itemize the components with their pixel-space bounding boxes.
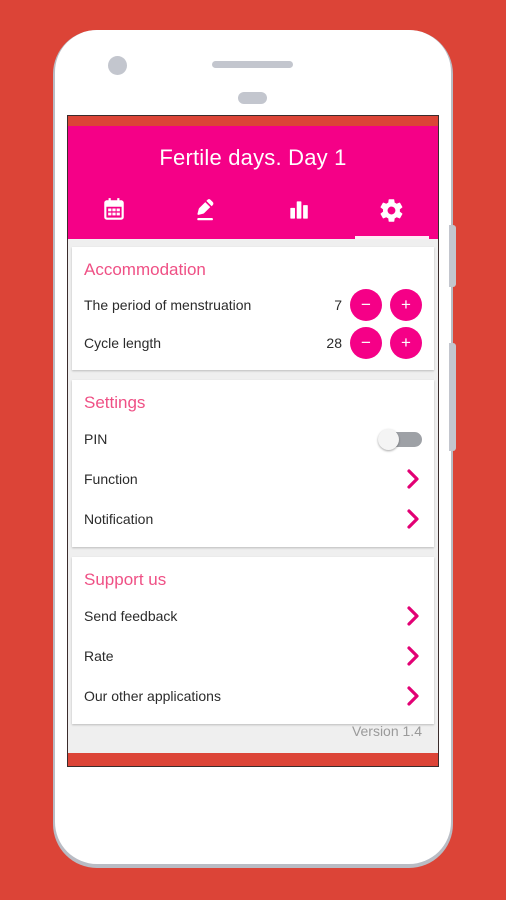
row-label: Cycle length bbox=[84, 335, 162, 351]
card-support-us: Support us Send feedback Rate Our other … bbox=[72, 557, 434, 724]
chevron-right-icon[interactable] bbox=[404, 685, 422, 707]
row-notification[interactable]: Notification bbox=[72, 499, 434, 539]
row-label: Send feedback bbox=[84, 608, 178, 624]
card-title-settings: Settings bbox=[84, 393, 146, 412]
tab-bar bbox=[68, 192, 438, 239]
row-label: Function bbox=[84, 471, 138, 487]
period-increment-button[interactable]: + bbox=[390, 289, 422, 321]
card-title-accommodation: Accommodation bbox=[84, 260, 206, 279]
row-label: Notification bbox=[84, 511, 154, 527]
row-label: Our other applications bbox=[84, 688, 221, 704]
tab-settings[interactable] bbox=[346, 192, 439, 239]
period-stepper: − + bbox=[350, 289, 422, 321]
screenshot-root: Fertile days. Day 1 Accommodation The pe… bbox=[0, 0, 506, 900]
chevron-right-icon[interactable] bbox=[404, 508, 422, 530]
tab-calendar[interactable] bbox=[68, 192, 161, 239]
row-label: PIN bbox=[84, 431, 108, 447]
phone-power-button[interactable] bbox=[449, 343, 456, 451]
period-value: 7 bbox=[334, 297, 342, 313]
cycle-length-stepper: − + bbox=[350, 327, 422, 359]
pin-toggle[interactable] bbox=[376, 429, 422, 450]
phone-front-camera bbox=[108, 56, 127, 75]
row-label: The period of menstruation bbox=[84, 297, 252, 313]
tab-stats[interactable] bbox=[253, 192, 346, 239]
status-bar bbox=[68, 116, 438, 126]
toggle-thumb bbox=[378, 429, 399, 450]
settings-content: Accommodation The period of menstruation… bbox=[68, 239, 438, 753]
row-function[interactable]: Function bbox=[72, 459, 434, 499]
version-label: Version 1.4 bbox=[351, 723, 422, 739]
period-decrement-button[interactable]: − bbox=[350, 289, 382, 321]
row-send-feedback[interactable]: Send feedback bbox=[72, 596, 434, 636]
row-period-of-menstruation: The period of menstruation 7 − + bbox=[72, 286, 434, 324]
app-bar: Fertile days. Day 1 bbox=[68, 126, 438, 239]
pencil-icon bbox=[194, 197, 220, 223]
phone-screen: Fertile days. Day 1 Accommodation The pe… bbox=[67, 115, 439, 767]
chevron-right-icon[interactable] bbox=[404, 468, 422, 490]
bar-chart-icon bbox=[286, 197, 312, 223]
row-pin[interactable]: PIN bbox=[72, 419, 434, 459]
cycle-length-value: 28 bbox=[326, 335, 342, 351]
phone-volume-button[interactable] bbox=[449, 225, 456, 287]
phone-earpiece bbox=[212, 61, 293, 68]
card-title-support-us: Support us bbox=[84, 570, 167, 589]
chevron-right-icon[interactable] bbox=[404, 645, 422, 667]
card-accommodation: Accommodation The period of menstruation… bbox=[72, 247, 434, 370]
phone-sensor bbox=[238, 92, 267, 104]
cycle-decrement-button[interactable]: − bbox=[350, 327, 382, 359]
calendar-icon bbox=[101, 197, 127, 223]
chevron-right-icon[interactable] bbox=[404, 605, 422, 627]
page-title: Fertile days. Day 1 bbox=[159, 145, 347, 170]
row-rate[interactable]: Rate bbox=[72, 636, 434, 676]
row-cycle-length: Cycle length 28 − + bbox=[72, 324, 434, 362]
row-our-other-applications[interactable]: Our other applications bbox=[72, 676, 434, 716]
card-settings: Settings PIN Function Notification bbox=[72, 380, 434, 547]
tab-notes[interactable] bbox=[161, 192, 254, 239]
navigation-bar bbox=[68, 753, 438, 766]
gear-icon bbox=[378, 197, 405, 224]
cycle-increment-button[interactable]: + bbox=[390, 327, 422, 359]
row-label: Rate bbox=[84, 648, 114, 664]
